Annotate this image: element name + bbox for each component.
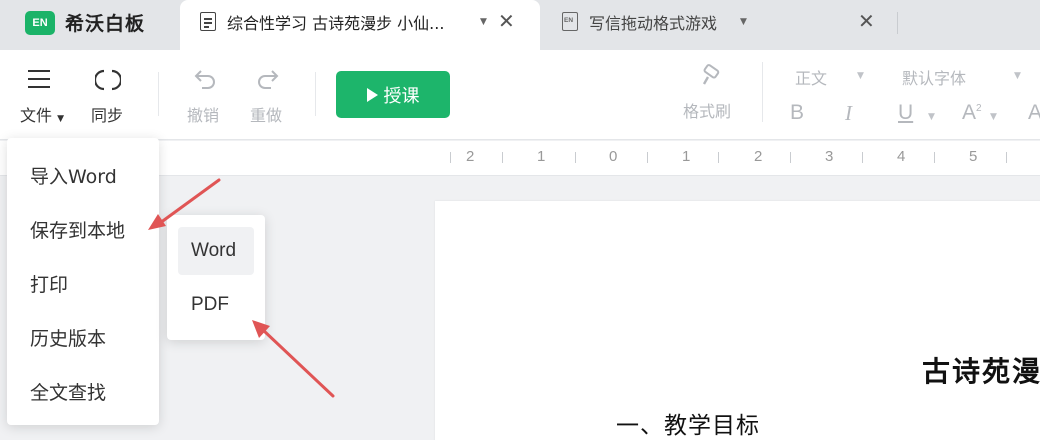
menu-item-find[interactable]: 全文查找	[30, 378, 106, 405]
sync-icon	[95, 69, 121, 91]
app-logo: EN 希沃白板	[25, 9, 145, 36]
toolbar-divider	[158, 72, 159, 116]
file-menu: 导入Word 保存到本地 打印 历史版本 全文查找	[7, 138, 159, 425]
tab-title: 综合性学习 古诗苑漫步 小仙...	[227, 14, 445, 33]
chevron-down-icon[interactable]: ▼	[990, 112, 997, 122]
format-painter-icon	[702, 64, 720, 85]
ruler-number: 2	[754, 148, 763, 165]
chevron-down-icon[interactable]: ▼	[480, 17, 487, 27]
close-icon[interactable]: ✕	[498, 9, 515, 33]
redo-button[interactable]: 重做	[248, 50, 290, 140]
font-color-icon[interactable]: A	[1028, 101, 1040, 125]
app-name: 希沃白板	[65, 13, 146, 35]
chevron-down-icon: ▼	[57, 114, 65, 124]
submenu-item-word[interactable]: Word	[178, 227, 254, 275]
redo-icon	[258, 70, 279, 89]
play-icon	[366, 87, 378, 102]
undo-label: 撤销	[187, 106, 220, 125]
toolbar-divider	[762, 62, 763, 122]
close-icon[interactable]: ✕	[858, 9, 875, 33]
tab-title: 写信拖动格式游戏	[589, 14, 718, 33]
format-painter-button[interactable]: 格式刷	[680, 50, 742, 140]
document-page[interactable]	[435, 201, 1040, 440]
paragraph-style-select[interactable]: 正文	[795, 65, 827, 89]
toolbar: 文件 ▼ 同步 撤销 重做 授课 格式刷 正文 ▼ 默认字体 ▼ B I U ▼…	[0, 50, 1040, 140]
chevron-down-icon[interactable]: ▼	[740, 17, 747, 27]
document-heading: 一、教学目标	[616, 413, 760, 439]
italic-icon[interactable]: I	[845, 101, 852, 126]
app-logo-badge: EN	[25, 10, 55, 35]
menu-item-save-local[interactable]: 保存到本地	[30, 216, 125, 243]
toolbar-divider	[315, 72, 316, 116]
font-family-select[interactable]: 默认字体	[902, 65, 966, 89]
file-label: 文件 ▼	[20, 106, 65, 125]
menu-item-print[interactable]: 打印	[30, 270, 68, 297]
ruler-number: 1	[682, 148, 691, 165]
superscript-icon[interactable]: A2	[962, 101, 982, 125]
save-submenu: Word PDF	[167, 215, 265, 340]
ruler-number: 0	[609, 148, 618, 165]
format-painter-label: 格式刷	[683, 102, 732, 121]
bold-icon[interactable]: B	[790, 101, 804, 125]
ruler-number: 1	[537, 148, 546, 165]
tab-lesson-doc[interactable]: 综合性学习 古诗苑漫步 小仙... ▼ ✕	[180, 0, 540, 50]
doc-icon: EN	[562, 12, 578, 31]
file-menu-button[interactable]: 文件 ▼	[18, 50, 78, 140]
ruler-number: 5	[969, 148, 978, 165]
teach-label: 授课	[383, 85, 420, 107]
ruler-number: 4	[897, 148, 906, 165]
undo-icon	[194, 70, 215, 89]
submenu-item-pdf[interactable]: PDF	[178, 281, 254, 329]
menu-item-import-word[interactable]: 导入Word	[30, 162, 117, 189]
tab-bar: EN 希沃白板 综合性学习 古诗苑漫步 小仙... ▼ ✕ EN 写信拖动格式游…	[0, 0, 1040, 50]
doc-icon	[200, 12, 216, 31]
sync-button[interactable]: 同步	[88, 50, 132, 140]
chevron-down-icon[interactable]: ▼	[857, 71, 864, 81]
ruler-number: 3	[825, 148, 834, 165]
tab-letter-game[interactable]: EN 写信拖动格式游戏 ▼ ✕	[542, 0, 892, 50]
tab-divider	[897, 12, 898, 34]
ruler-number: 2	[466, 148, 475, 165]
underline-icon[interactable]: U	[898, 101, 913, 125]
document-title: 古诗苑漫	[922, 355, 1040, 388]
chevron-down-icon[interactable]: ▼	[928, 112, 935, 122]
redo-label: 重做	[250, 106, 283, 125]
undo-button[interactable]: 撤销	[185, 50, 227, 140]
menu-item-history[interactable]: 历史版本	[30, 324, 106, 351]
hamburger-icon	[28, 70, 50, 88]
start-teaching-button[interactable]: 授课	[336, 71, 450, 118]
sync-label: 同步	[91, 106, 124, 125]
chevron-down-icon[interactable]: ▼	[1014, 71, 1021, 81]
